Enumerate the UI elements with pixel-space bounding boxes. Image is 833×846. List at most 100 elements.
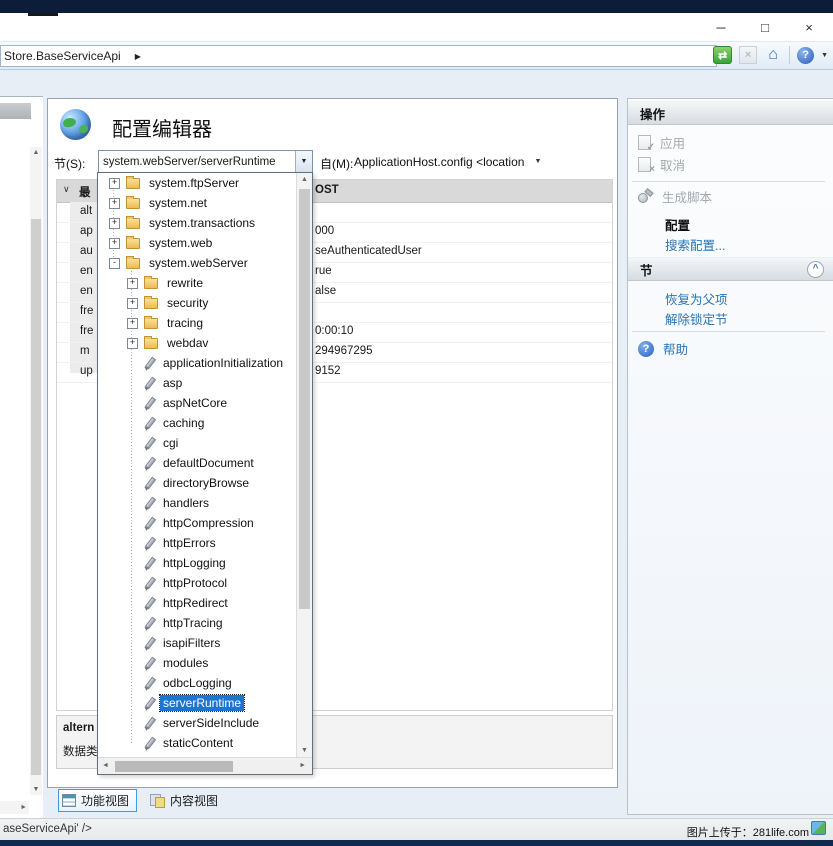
tree-item-httpErrors[interactable]: httpErrors (98, 533, 297, 553)
section-pencil-icon (143, 737, 155, 750)
tree-item-system.web[interactable]: +system.web (98, 233, 297, 253)
from-combobox[interactable]: ApplicationHost.config <location ▼ (354, 150, 614, 173)
maximize-button[interactable]: □ (751, 16, 779, 38)
iis-configuration-editor-window: ─ □ × Store.BaseServiceApi ▶ ⇄ × ⌂ ? ▼ ▲… (0, 0, 833, 846)
tree-item-staticContent[interactable]: staticContent (98, 733, 297, 753)
help-dropdown-icon[interactable]: ▼ (821, 52, 828, 59)
folder-icon (126, 218, 140, 229)
section-combobox-value: system.webServer/serverRuntime (99, 156, 295, 168)
tree-item-httpTracing[interactable]: httpTracing (98, 613, 297, 633)
tree-item-httpLogging[interactable]: httpLogging (98, 553, 297, 573)
section-group-header[interactable]: 节 ^ (628, 257, 833, 281)
tree-item-directoryBrowse[interactable]: directoryBrowse (98, 473, 297, 493)
expand-toggle-icon[interactable]: + (109, 238, 120, 249)
tree-item-serverRuntime[interactable]: serverRuntime (98, 693, 297, 713)
property-value-cell[interactable]: seAuthenticatedUser (315, 245, 422, 257)
expand-toggle-icon[interactable]: + (109, 178, 120, 189)
scroll-up-icon[interactable]: ▲ (297, 176, 312, 183)
scroll-right-icon[interactable]: ► (299, 762, 306, 769)
collapse-chevron-icon[interactable]: ∨ (63, 184, 70, 195)
breadcrumb-caret-icon[interactable]: ▶ (135, 52, 141, 61)
from-combobox-value: ApplicationHost.config <location (354, 155, 524, 169)
cancel-button[interactable]: × 取消 (638, 155, 685, 174)
refresh-icon[interactable]: ⇄ (713, 46, 732, 64)
help-label: 帮助 (663, 339, 688, 358)
tree-item-webdav[interactable]: +webdav (98, 333, 297, 353)
tree-item-httpRedirect[interactable]: httpRedirect (98, 593, 297, 613)
tree-item-system.transactions[interactable]: +system.transactions (98, 213, 297, 233)
scroll-down-icon[interactable]: ▼ (297, 747, 312, 754)
tree-item-handlers[interactable]: handlers (98, 493, 297, 513)
tree-item-security[interactable]: +security (98, 293, 297, 313)
section-combobox[interactable]: system.webServer/serverRuntime ▼ (98, 150, 313, 173)
close-button[interactable]: × (795, 16, 823, 38)
tree-item-defaultDocument[interactable]: defaultDocument (98, 453, 297, 473)
connections-horizontal-scrollbar[interactable]: ► (0, 801, 29, 814)
expand-toggle-icon[interactable]: + (127, 298, 138, 309)
tree-item-isapiFilters[interactable]: isapiFilters (98, 633, 297, 653)
scrollbar-thumb[interactable] (115, 761, 233, 772)
tree-item-label: applicationInitialization (160, 355, 286, 371)
tree-item-tracing[interactable]: +tracing (98, 313, 297, 333)
expand-toggle-icon[interactable]: + (109, 198, 120, 209)
tree-item-system.ftpServer[interactable]: + system.ftpServer (98, 173, 297, 193)
status-text: aseServiceApi' /> (3, 823, 92, 835)
tree-item-aspNetCore[interactable]: aspNetCore (98, 393, 297, 413)
property-value-cell[interactable]: 294967295 (315, 345, 373, 357)
tree-item-asp[interactable]: asp (98, 373, 297, 393)
popup-horizontal-scrollbar[interactable]: ◄ ► (98, 757, 312, 774)
breadcrumb[interactable]: Store.BaseServiceApi ▶ (0, 45, 717, 67)
section-label: 节(S): (54, 155, 85, 172)
from-dropdown-icon[interactable]: ▼ (534, 158, 541, 165)
unlock-section-link[interactable]: 解除锁定节 (665, 309, 728, 328)
scrollbar-thumb[interactable] (31, 219, 41, 775)
tree-item-modules[interactable]: modules (98, 653, 297, 673)
tree-item-label: aspNetCore (160, 395, 230, 411)
connections-vertical-scrollbar[interactable]: ▲ ▼ (30, 147, 42, 795)
revert-to-parent-link[interactable]: 恢复为父项 (665, 289, 728, 308)
tree-item-label: directoryBrowse (160, 475, 252, 491)
property-value-cell[interactable]: 9152 (315, 365, 341, 377)
grid-header-value: OST (315, 184, 339, 196)
tab-content-view[interactable]: 内容视图 (147, 790, 225, 811)
scroll-down-icon[interactable]: ▼ (30, 786, 42, 793)
apply-label: 应用 (660, 133, 685, 152)
property-value-cell[interactable]: alse (315, 285, 336, 297)
home-icon[interactable]: ⌂ (764, 46, 782, 64)
popup-vertical-scrollbar[interactable]: ▲ ▼ (296, 173, 312, 757)
tree-item-applicationInitialization[interactable]: applicationInitialization (98, 353, 297, 373)
expand-toggle-icon[interactable]: + (127, 278, 138, 289)
expand-toggle-icon[interactable]: + (127, 318, 138, 329)
scroll-left-icon[interactable]: ◄ (102, 762, 109, 769)
tree-item-system.webServer[interactable]: -system.webServer (98, 253, 297, 273)
tree-item-httpProtocol[interactable]: httpProtocol (98, 573, 297, 593)
tree-item-serverSideInclude[interactable]: serverSideInclude (98, 713, 297, 733)
property-value-cell[interactable]: 000 (315, 225, 334, 237)
expand-toggle-icon[interactable]: + (109, 218, 120, 229)
tree-item-cgi[interactable]: cgi (98, 433, 297, 453)
search-configuration-link[interactable]: 搜索配置... (665, 235, 725, 254)
help-icon[interactable]: ? (797, 47, 814, 64)
tree-item-odbcLogging[interactable]: odbcLogging (98, 673, 297, 693)
tree-item-caching[interactable]: caching (98, 413, 297, 433)
collapse-group-icon[interactable]: ^ (807, 261, 824, 278)
combobox-dropdown-icon[interactable]: ▼ (295, 151, 312, 172)
scrollbar-thumb[interactable] (299, 189, 310, 609)
minimize-button[interactable]: ─ (707, 16, 735, 38)
stop-icon[interactable]: × (739, 46, 757, 64)
collapse-toggle-icon[interactable]: - (109, 258, 120, 269)
tree-item-system.net[interactable]: +system.net (98, 193, 297, 213)
property-value-cell[interactable]: 0:00:10 (315, 325, 353, 337)
generate-script-button[interactable]: 生成脚本 (638, 187, 712, 206)
tree-item-label: system.ftpServer (146, 175, 242, 191)
tree-item-rewrite[interactable]: +rewrite (98, 273, 297, 293)
property-value-cell[interactable]: rue (315, 265, 332, 277)
tree-item-httpCompression[interactable]: httpCompression (98, 513, 297, 533)
tab-features-view[interactable]: 功能视图 (58, 789, 137, 812)
scroll-right-icon[interactable]: ► (20, 804, 27, 811)
toolbar-separator (789, 46, 790, 64)
apply-button[interactable]: ✓ 应用 (638, 133, 685, 152)
scroll-up-icon[interactable]: ▲ (30, 149, 42, 156)
expand-toggle-icon[interactable]: + (127, 338, 138, 349)
help-link[interactable]: ? 帮助 (638, 339, 688, 358)
